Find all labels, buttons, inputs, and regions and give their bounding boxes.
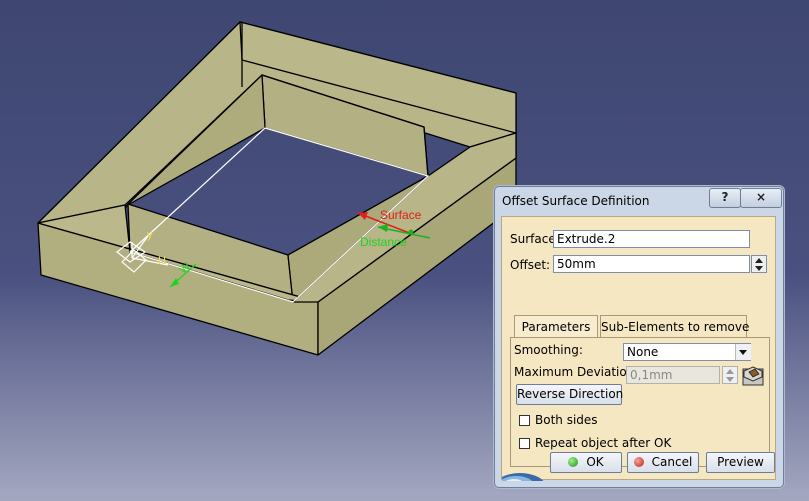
both-sides-checkbox[interactable] xyxy=(519,415,530,426)
parameters-panel: Smoothing: None Maximum Deviation: 0,1mm… xyxy=(510,337,770,467)
reverse-direction-button[interactable]: Reverse Direction xyxy=(516,384,623,405)
ok-label: OK xyxy=(586,455,604,469)
dialog-titlebar[interactable]: Offset Surface Definition ? × xyxy=(495,187,783,213)
offset-field-label: Offset: xyxy=(510,258,551,272)
offset-surface-dialog[interactable]: Offset Surface Definition ? × Surface: E… xyxy=(494,186,784,488)
spin-up-icon xyxy=(726,369,734,374)
dialog-client-area: Surface: Extrude.2 Offset: 50mm Paramete… xyxy=(501,216,776,481)
dialog-title: Offset Surface Definition xyxy=(502,194,650,208)
spin-down-icon xyxy=(726,377,734,382)
chevron-down-icon xyxy=(739,350,747,355)
cancel-label: Cancel xyxy=(651,455,693,469)
surface-input[interactable]: Extrude.2 xyxy=(553,230,750,248)
smoothing-dropdown-button[interactable] xyxy=(735,344,751,360)
axis-h-label: H xyxy=(158,255,166,267)
close-button[interactable]: × xyxy=(740,188,782,208)
offset-spinner[interactable] xyxy=(751,255,767,273)
both-sides-label: Both sides xyxy=(535,413,598,427)
cancel-icon xyxy=(633,457,644,467)
tab-sub-elements[interactable]: Sub-Elements to remove xyxy=(600,315,749,338)
max-deviation-label: Maximum Deviation: xyxy=(514,365,639,379)
ok-icon xyxy=(568,457,579,467)
distance-label: Distance xyxy=(360,235,407,249)
ok-button[interactable]: OK xyxy=(550,452,622,473)
help-button[interactable]: ? xyxy=(709,188,741,208)
catia-logo-art xyxy=(502,465,546,481)
deviation-tool-icon[interactable] xyxy=(741,366,765,386)
smoothing-select[interactable]: None xyxy=(623,343,751,361)
spin-up-icon[interactable] xyxy=(755,258,763,263)
max-deviation-spinner xyxy=(722,366,738,384)
tab-parameters[interactable]: Parameters xyxy=(514,315,598,338)
max-deviation-input: 0,1mm xyxy=(626,366,720,384)
offset-input[interactable]: 50mm xyxy=(553,255,750,273)
spin-down-icon[interactable] xyxy=(755,266,763,271)
repeat-object-label: Repeat object after OK xyxy=(535,436,672,450)
preview-button[interactable]: Preview xyxy=(706,452,775,473)
smoothing-label: Smoothing: xyxy=(514,343,583,357)
repeat-object-checkbox[interactable] xyxy=(519,438,530,449)
axis-y-label: y xyxy=(147,229,153,241)
surface-label: Surface xyxy=(380,208,422,222)
cancel-button[interactable]: Cancel xyxy=(627,452,699,473)
